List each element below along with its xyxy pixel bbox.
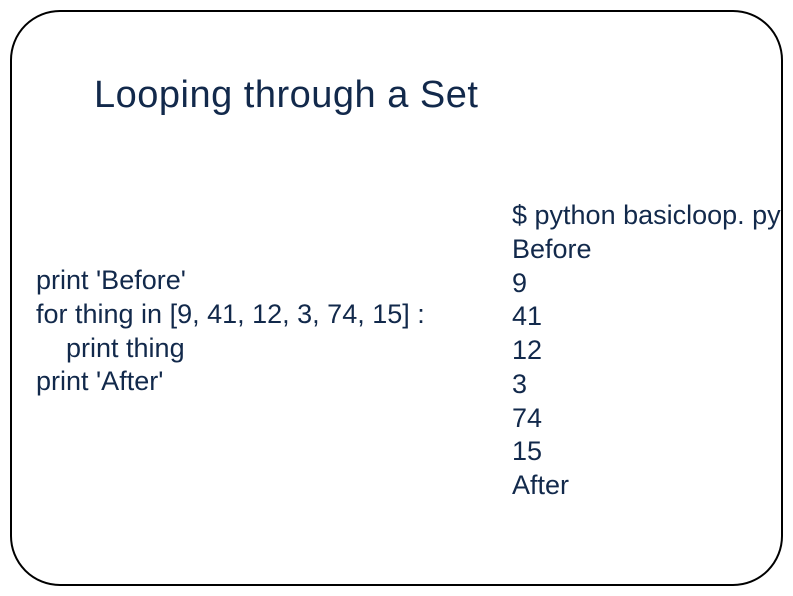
output-line: 41 bbox=[512, 301, 542, 331]
output-line: 9 bbox=[512, 268, 527, 298]
code-line: print 'After' bbox=[36, 366, 163, 396]
code-block: print 'Before' for thing in [9, 41, 12, … bbox=[36, 264, 425, 399]
output-line: After bbox=[512, 470, 569, 500]
slide-frame: Looping through a Set print 'Before' for… bbox=[10, 10, 783, 586]
code-line: print thing bbox=[36, 333, 185, 363]
output-line: $ python basicloop. py bbox=[512, 200, 781, 230]
output-line: 15 bbox=[512, 436, 542, 466]
code-line: for thing in [9, 41, 12, 3, 74, 15] : bbox=[36, 299, 425, 329]
code-line: print 'Before' bbox=[36, 265, 186, 295]
output-line: 3 bbox=[512, 369, 527, 399]
output-line: 12 bbox=[512, 335, 542, 365]
output-line: 74 bbox=[512, 403, 542, 433]
output-block: $ python basicloop. py Before 9 41 12 3 … bbox=[512, 199, 781, 503]
slide-title: Looping through a Set bbox=[94, 74, 478, 117]
output-line: Before bbox=[512, 234, 592, 264]
